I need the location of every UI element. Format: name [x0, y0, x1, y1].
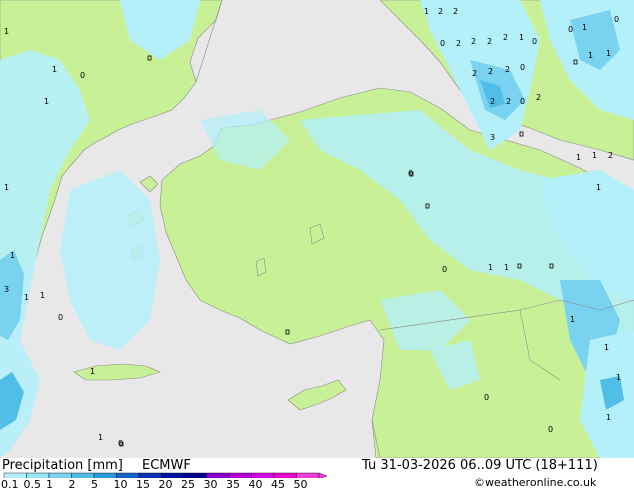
- point-value: 0: [568, 25, 573, 34]
- point-value: 0: [548, 425, 553, 434]
- point-value: 0: [440, 39, 445, 48]
- point-value: 0: [520, 63, 525, 72]
- point-value: 1: [606, 413, 611, 422]
- point-value: 1: [4, 27, 9, 36]
- point-value: 1: [606, 49, 611, 58]
- colorbar-label: 30: [203, 478, 218, 491]
- point-value: 0: [80, 71, 85, 80]
- colorbar-label: 20: [158, 478, 173, 491]
- point-value: 1: [4, 183, 9, 192]
- point-value: 1: [52, 65, 57, 74]
- colorbar-label: 10: [113, 478, 128, 491]
- colorbar-label: 25: [181, 478, 195, 491]
- point-value: 0: [614, 15, 619, 24]
- point-value: 0: [58, 313, 63, 322]
- colorbar-label: 0.5: [23, 478, 42, 491]
- point-value: 1: [576, 153, 581, 162]
- point-value: 1: [40, 291, 45, 300]
- colorbar-label: 0.1: [1, 478, 19, 491]
- map-title: Precipitation [mm]: [2, 458, 123, 473]
- colorbar-label: 15: [136, 478, 150, 491]
- colorbar-label: 35: [226, 478, 240, 491]
- point-value: 1: [604, 343, 609, 352]
- point-value: 2: [453, 7, 458, 16]
- point-value: 1: [44, 97, 49, 106]
- point-value: 1: [424, 7, 429, 16]
- colorbar-label: 45: [271, 478, 285, 491]
- point-value: 0: [442, 265, 447, 274]
- point-value: 2: [503, 33, 508, 42]
- point-value: 2: [488, 67, 493, 76]
- point-value: 1: [592, 151, 597, 160]
- point-value: 2: [505, 65, 510, 74]
- point-value: 1: [588, 51, 593, 60]
- model-name: ECMWF: [142, 458, 191, 473]
- colorbar-label: 2: [68, 478, 76, 491]
- point-value: 1: [488, 263, 493, 272]
- point-value: 0: [520, 97, 525, 106]
- footer-bar: 0.1 0.5 1 2 5 10 15 20 25 30 35 40 45 50 Precipitatio…: [0, 458, 634, 491]
- point-value: 1: [582, 23, 587, 32]
- point-value: 2: [456, 39, 461, 48]
- colorbar-arrow: [318, 472, 328, 478]
- point-value: 3: [4, 285, 9, 294]
- point-value: 0: [118, 439, 123, 448]
- colorbar-label: 40: [248, 478, 263, 491]
- point-value: 2: [471, 37, 476, 46]
- point-value: 1: [90, 367, 95, 376]
- point-value: 1: [24, 293, 29, 302]
- point-value: 0: [408, 169, 413, 178]
- point-value: 2: [608, 151, 613, 160]
- credit-text: ©weatheronline.co.uk: [474, 476, 597, 489]
- precipitation-map: 1 2 2 0 2 2 2 2 1 0 0 1 0 2 2 2 0 2 2 0 …: [0, 0, 634, 458]
- colorbar-label: 50: [293, 478, 308, 491]
- point-value: 3: [490, 133, 495, 142]
- point-value: 2: [438, 7, 443, 16]
- point-value: 2: [490, 97, 495, 106]
- colorbar-label: 5: [91, 478, 98, 491]
- point-value: 2: [506, 97, 511, 106]
- point-value: 0: [532, 37, 537, 46]
- point-value: 1: [596, 183, 601, 192]
- point-value: 2: [487, 37, 492, 46]
- valid-time: Tu 31-03-2026 06..09 UTC (18+111): [362, 458, 598, 473]
- point-value: 2: [536, 93, 541, 102]
- point-value: 2: [472, 69, 477, 78]
- point-value: 1: [570, 315, 575, 324]
- point-value: 1: [519, 33, 524, 42]
- point-value: 1: [10, 251, 15, 260]
- point-value: 1: [98, 433, 103, 442]
- point-value: 1: [616, 373, 621, 382]
- point-value: 1: [504, 263, 509, 272]
- colorbar-label: 1: [46, 478, 53, 491]
- point-value: 0: [484, 393, 489, 402]
